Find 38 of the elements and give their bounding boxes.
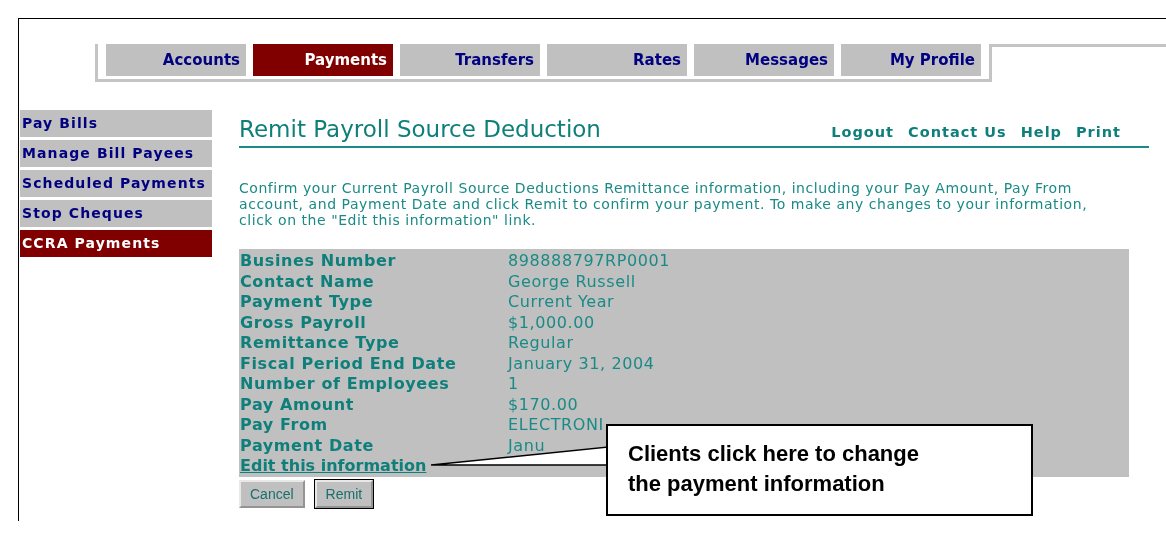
field-value: 898888797RP0001 bbox=[508, 251, 671, 272]
nav-tab[interactable]: Transfers bbox=[400, 44, 540, 76]
field-value: $1,000.00 bbox=[508, 312, 595, 333]
sidebar-item[interactable]: Manage Bill Payees bbox=[20, 140, 212, 167]
header-link[interactable]: Logout bbox=[831, 124, 895, 140]
nav-tab[interactable]: Accounts bbox=[106, 44, 246, 76]
field-label: Pay Amount bbox=[240, 394, 356, 415]
nav-tab[interactable]: Payments bbox=[253, 44, 393, 76]
field-label: Pay From bbox=[240, 415, 329, 436]
field-label: Payment Type bbox=[240, 292, 375, 313]
field-value: ELECTRONI bbox=[508, 415, 604, 436]
header-link[interactable]: Contact Us bbox=[908, 124, 1007, 140]
field-label: Busines Number bbox=[240, 251, 397, 272]
field-value: January 31, 2004 bbox=[508, 353, 655, 374]
nav-tab[interactable]: Messages bbox=[694, 44, 834, 76]
header-link[interactable]: Print bbox=[1076, 124, 1121, 140]
sidebar-item[interactable]: Stop Cheques bbox=[20, 200, 212, 227]
field-value: Janu bbox=[508, 435, 546, 456]
sidebar-item[interactable]: Scheduled Payments bbox=[20, 170, 212, 197]
field-value: Current Year bbox=[508, 292, 615, 313]
field-label: Remittance Type bbox=[240, 333, 401, 354]
field-value: George Russell bbox=[508, 271, 636, 292]
field-label: Contact Name bbox=[240, 271, 376, 292]
instructions-text: Confirm your Current Payroll Source Deductions Remittance information, including your Pay Amount, Pay From account, and Payment Date and click Remit to confirm your payment. To make any changes to your information, click on the "Edit this information" link. bbox=[239, 180, 1089, 228]
field-label: Fiscal Period End Date bbox=[240, 353, 458, 374]
callout-text: Clients click here to change the payment information bbox=[606, 424, 1033, 516]
field-label: Number of Employees bbox=[240, 374, 451, 395]
field-value: $170.00 bbox=[508, 394, 579, 415]
field-value: 1 bbox=[508, 374, 519, 395]
sidebar-item[interactable]: Pay Bills bbox=[20, 110, 212, 137]
header-link[interactable]: Help bbox=[1020, 124, 1062, 140]
nav-tab[interactable]: My Profile bbox=[841, 44, 981, 76]
page-title: Remit Payroll Source Deduction bbox=[239, 116, 602, 142]
sidebar-item[interactable]: CCRA Payments bbox=[20, 230, 212, 257]
nav-tab[interactable]: Rates bbox=[547, 44, 687, 76]
field-label: Payment Date bbox=[240, 435, 375, 456]
field-value: Regular bbox=[508, 333, 574, 354]
field-label: Gross Payroll bbox=[240, 312, 368, 333]
